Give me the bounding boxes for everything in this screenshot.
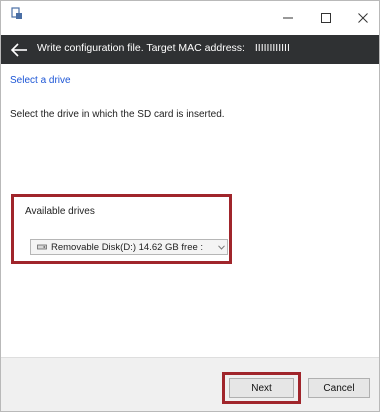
main-content: Select a drive Select the drive in which… xyxy=(1,64,379,359)
page-header: Write configuration file. Target MAC add… xyxy=(1,35,379,64)
close-icon xyxy=(358,13,368,23)
arrow-left-icon[interactable] xyxy=(9,41,29,59)
app-icon xyxy=(11,7,22,19)
available-drives-label: Available drives xyxy=(25,206,95,217)
maximize-button[interactable] xyxy=(315,9,337,27)
drive-selected-value: Removable Disk(D:) 14.62 GB free : xyxy=(51,241,204,253)
dialog-footer: Next Cancel xyxy=(1,357,379,411)
instruction-text: Select the drive in which the SD card is… xyxy=(10,109,225,120)
title-bar xyxy=(1,1,379,35)
close-button[interactable] xyxy=(352,9,374,27)
maximize-icon xyxy=(321,13,331,23)
next-button[interactable]: Next xyxy=(229,378,294,398)
removable-drive-icon xyxy=(37,244,47,250)
select-drive-link[interactable]: Select a drive xyxy=(10,75,71,86)
chevron-down-icon[interactable] xyxy=(215,244,227,250)
available-drives-section: Available drives Removable Disk(D:) 14.6… xyxy=(11,194,232,264)
page-title: Write configuration file. Target MAC add… xyxy=(37,42,290,54)
dialog-window: Write configuration file. Target MAC add… xyxy=(0,0,380,412)
cancel-button[interactable]: Cancel xyxy=(308,378,370,398)
drive-dropdown[interactable]: Removable Disk(D:) 14.62 GB free : xyxy=(30,239,228,255)
minimize-icon xyxy=(283,17,293,19)
minimize-button[interactable] xyxy=(277,9,299,27)
